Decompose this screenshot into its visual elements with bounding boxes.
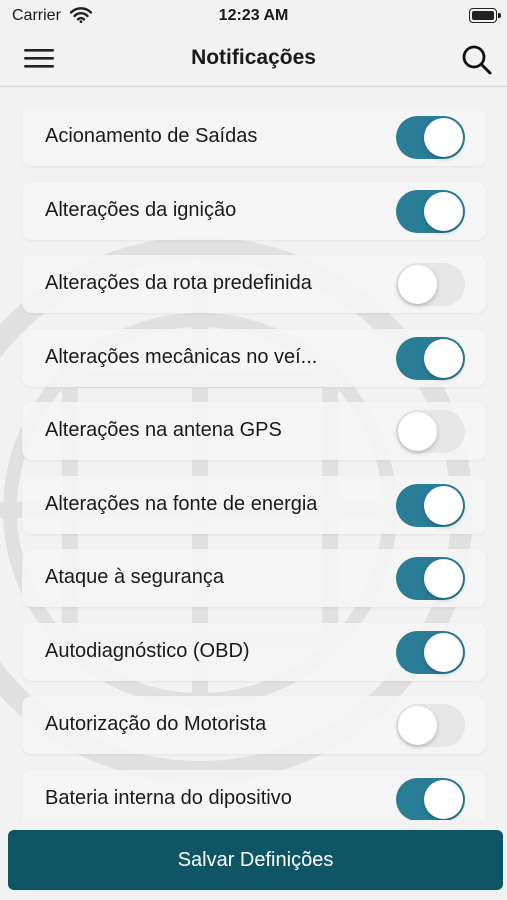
notification-toggle[interactable] (396, 483, 465, 527)
notification-label: Autorização do Motorista (45, 713, 267, 735)
toggle-knob (398, 706, 437, 745)
notification-row: Alterações na fonte de energia (22, 475, 486, 534)
notification-label: Bateria interna do dipositivo (45, 786, 292, 809)
notification-label: Acionamento de Saídas (45, 125, 258, 147)
notification-row: Autodiagnóstico (OBD) (22, 622, 486, 681)
search-icon[interactable] (459, 42, 495, 78)
notification-toggle[interactable] (396, 557, 465, 600)
notification-row: Autorização do Motorista (22, 696, 486, 754)
toggle-knob (424, 338, 463, 378)
notification-label: Alterações da rota predefinida (45, 272, 312, 294)
notification-row: Alterações da rota predefinida (22, 255, 486, 313)
toggle-knob (424, 632, 463, 672)
notification-toggle[interactable] (396, 263, 465, 306)
toggle-knob (424, 559, 463, 598)
notification-label: Autodiagnóstico (OBD) (45, 639, 250, 662)
save-settings-button[interactable]: Salvar Definições (8, 830, 503, 890)
notification-toggle[interactable] (396, 777, 465, 821)
notification-row: Alterações da ignição (22, 181, 486, 240)
notification-toggle[interactable] (396, 410, 465, 453)
status-time: 12:23 AM (218, 7, 289, 24)
toggle-knob (424, 779, 463, 819)
notification-row: Bateria interna do dipositivo (22, 769, 486, 828)
page-title: Notificações (191, 46, 316, 69)
notification-settings-list: Acionamento de Saídas Alterações da igniç… (22, 108, 486, 843)
status-bar: Carrier 12:23 AM (0, 0, 507, 34)
notification-label: Alterações mecânicas no veí... (45, 345, 318, 368)
notification-row: Ataque à segurança (22, 549, 486, 607)
navigation-bar: Notificações (0, 34, 507, 87)
notification-label: Alterações da ignição (45, 198, 237, 221)
toggle-knob (424, 191, 463, 231)
toggle-knob (424, 485, 463, 525)
notification-label: Alterações na fonte de energia (45, 492, 318, 515)
notification-toggle[interactable] (396, 116, 465, 159)
notification-row: Alterações mecânicas no veí... (22, 328, 486, 387)
notification-label: Alterações na antena GPS (45, 419, 282, 441)
notification-toggle[interactable] (396, 189, 465, 233)
notification-toggle[interactable] (396, 704, 465, 747)
notification-row: Alterações na antena GPS (22, 402, 486, 460)
footer: Salvar Definições (0, 820, 507, 900)
toggle-knob (398, 412, 437, 451)
notification-toggle[interactable] (396, 336, 465, 380)
toggle-knob (424, 118, 463, 157)
toggle-knob (398, 265, 437, 304)
notification-toggle[interactable] (396, 630, 465, 674)
notification-label: Ataque à segurança (45, 566, 225, 588)
battery-icon (469, 8, 501, 23)
notification-row: Acionamento de Saídas (22, 108, 486, 166)
